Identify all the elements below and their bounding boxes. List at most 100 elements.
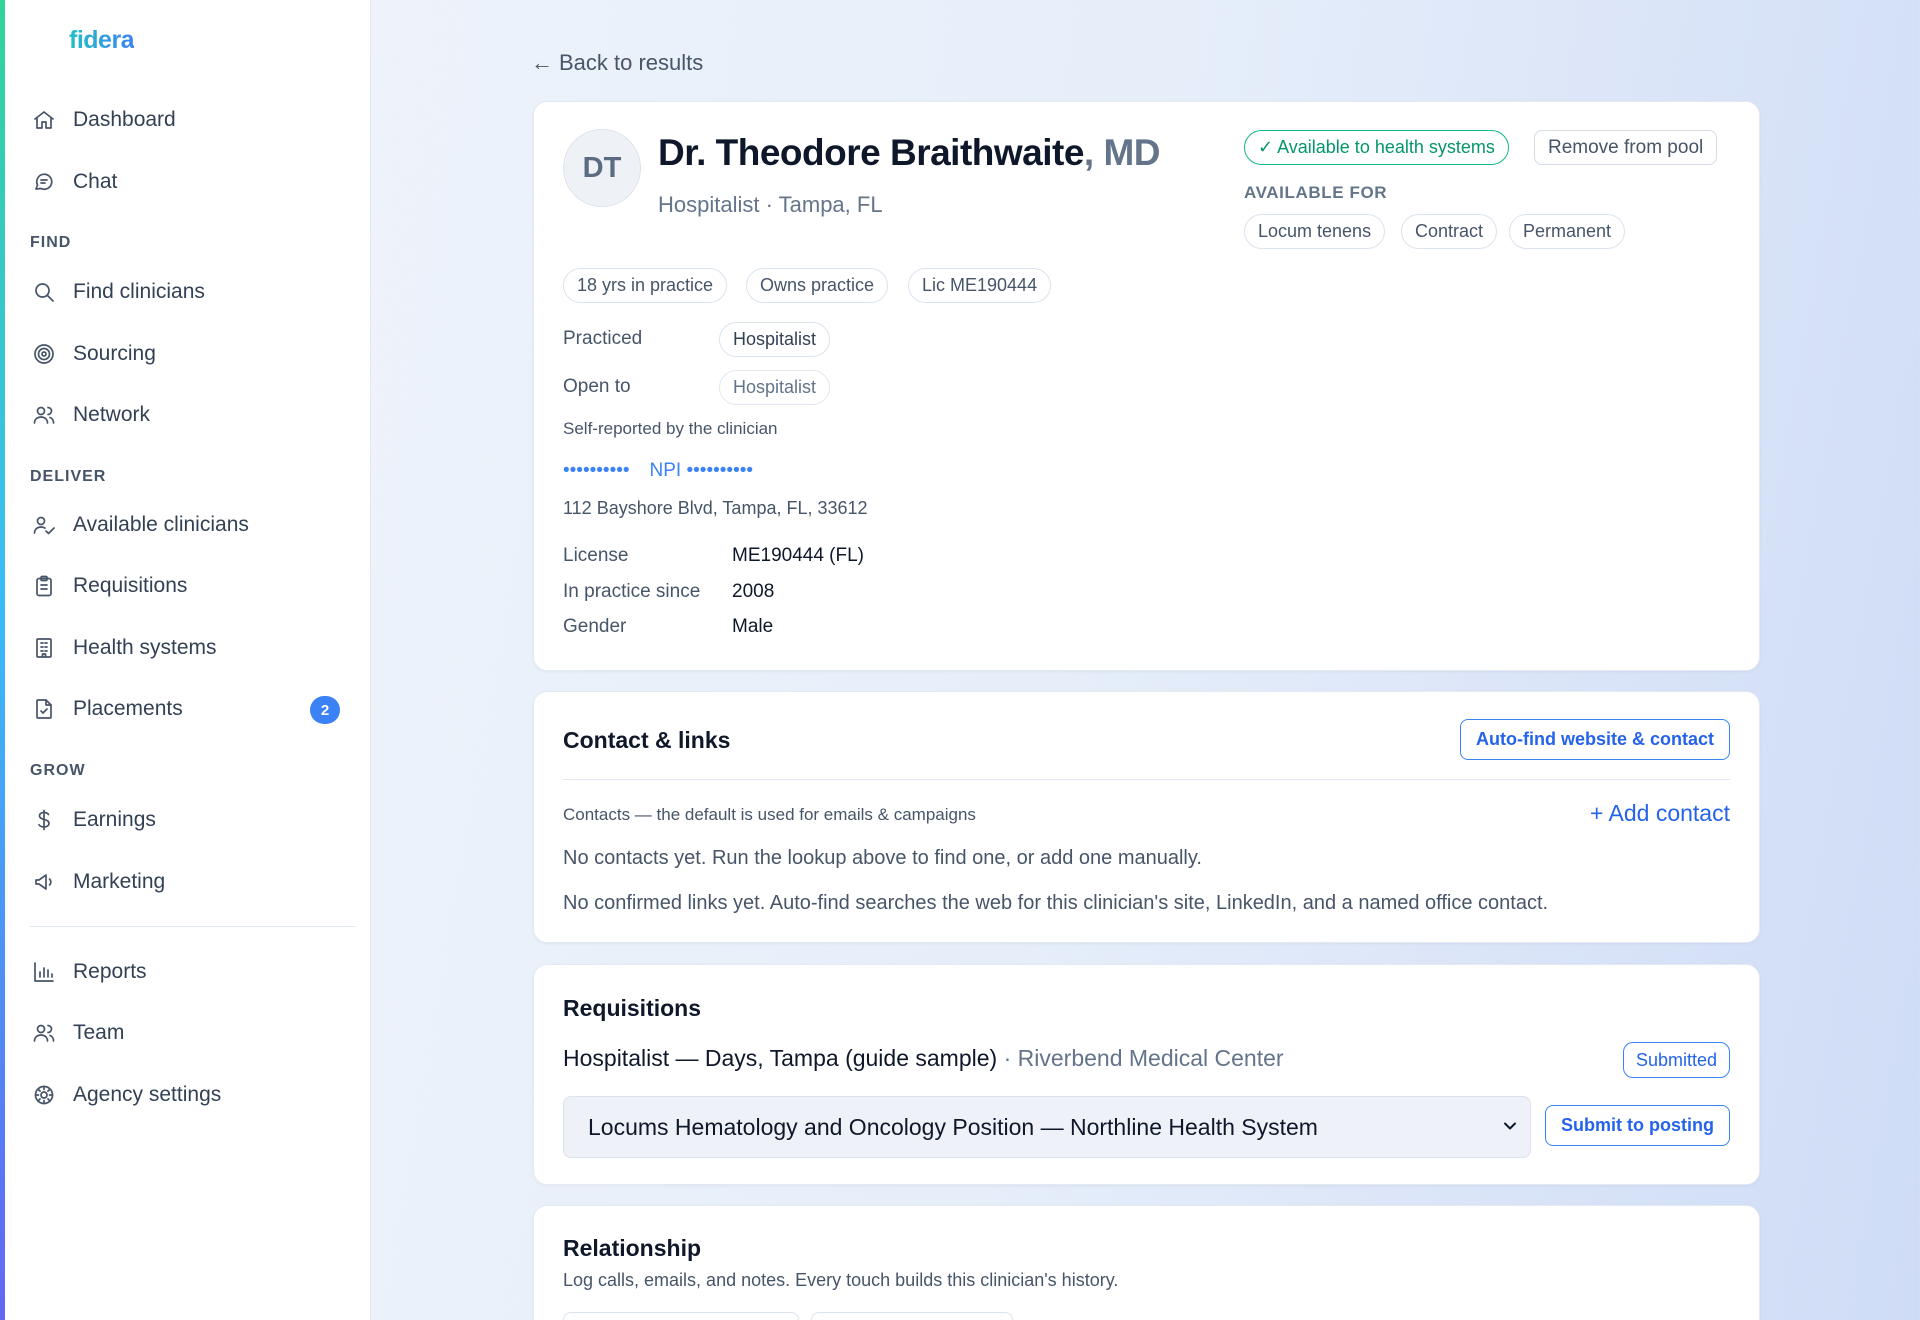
file-check-icon	[30, 695, 58, 723]
sidebar: fidera Dashboard Chat FIND Find clinicia…	[0, 0, 371, 1320]
arrow-left-icon: ←	[531, 50, 553, 75]
sidebar-item-placements[interactable]: Placements 2	[30, 685, 350, 733]
sidebar-item-label: Network	[73, 403, 151, 426]
sidebar-item-chat[interactable]: Chat	[30, 158, 350, 206]
sidebar-item-label: Sourcing	[73, 342, 156, 365]
sidebar-divider	[30, 926, 356, 927]
sidebar-item-label: Team	[73, 1021, 125, 1044]
sidebar-item-team[interactable]: Team	[30, 1009, 350, 1057]
submit-to-posting-button[interactable]: Submit to posting	[1545, 1105, 1730, 1146]
relationship-action-button[interactable]	[811, 1312, 1013, 1320]
sidebar-section-deliver: DELIVER	[30, 468, 107, 485]
no-contacts-message: No contacts yet. Run the lookup above to…	[563, 847, 1202, 869]
target-icon	[30, 340, 58, 368]
users-icon	[30, 1019, 58, 1047]
npi-value[interactable]: NPI ••••••••••	[650, 460, 754, 482]
bar-chart-icon	[30, 958, 58, 986]
tag-owns-practice: Owns practice	[746, 268, 889, 303]
sidebar-item-label: Available clinicians	[73, 513, 249, 536]
sidebar-item-label: Find clinicians	[73, 280, 205, 303]
sidebar-item-label: Marketing	[73, 870, 166, 893]
sidebar-item-network[interactable]: Network	[30, 391, 350, 439]
sidebar-item-reports[interactable]: Reports	[30, 948, 350, 996]
contact-links-card: Contact & links Auto-find website & cont…	[533, 691, 1760, 943]
license-value: ME190444 (FL)	[732, 545, 865, 566]
sidebar-item-earnings[interactable]: Earnings	[30, 796, 350, 844]
requisition-select-value: Locums Hematology and Oncology Position …	[588, 1113, 1318, 1140]
sidebar-item-label: Health systems	[73, 636, 217, 659]
sidebar-accent-bar	[0, 0, 5, 1320]
home-icon	[30, 106, 58, 134]
sidebar-item-marketing[interactable]: Marketing	[30, 858, 350, 906]
sidebar-item-label: Requisitions	[73, 574, 188, 597]
megaphone-icon	[30, 868, 58, 896]
available-for-locum-tenens: Locum tenens	[1244, 214, 1386, 249]
dollar-icon	[30, 806, 58, 834]
back-link-label: Back to results	[559, 50, 704, 75]
tag-license: Lic ME190444	[908, 268, 1052, 303]
users-icon	[30, 401, 58, 429]
sidebar-item-health-systems[interactable]: Health systems	[30, 624, 350, 672]
relationship-card: Relationship Log calls, emails, and note…	[533, 1205, 1760, 1320]
sidebar-item-label: Placements	[73, 697, 183, 720]
sidebar-section-find: FIND	[30, 234, 72, 251]
add-contact-link[interactable]: + Add contact	[1590, 800, 1730, 827]
gender-label: Gender	[563, 616, 627, 637]
building-icon	[30, 634, 58, 662]
available-for-permanent: Permanent	[1509, 214, 1626, 249]
contacts-note: Contacts — the default is used for email…	[563, 805, 976, 824]
npi-label: NPI	[649, 460, 682, 481]
sidebar-item-agency-settings[interactable]: Agency settings	[30, 1071, 350, 1119]
address: 112 Bayshore Blvd, Tampa, FL, 33612	[563, 498, 868, 518]
auto-find-contact-button[interactable]: Auto-find website & contact	[1460, 719, 1730, 760]
back-to-results-link[interactable]: ← Back to results	[531, 50, 703, 76]
contact-links-title: Contact & links	[563, 727, 731, 753]
clipboard-icon	[30, 572, 58, 600]
remove-from-pool-button[interactable]: Remove from pool	[1534, 130, 1718, 165]
clinician-name-text: Dr. Theodore Braithwaite	[658, 132, 1084, 173]
available-for-label: AVAILABLE FOR	[1244, 183, 1388, 202]
sidebar-item-available-clinicians[interactable]: Available clinicians	[30, 501, 350, 549]
chat-icon	[30, 168, 58, 196]
sidebar-item-sourcing[interactable]: Sourcing	[30, 330, 350, 378]
sidebar-item-find-clinicians[interactable]: Find clinicians	[30, 268, 350, 316]
practiced-label: Practiced	[563, 328, 643, 349]
sidebar-section-grow: GROW	[30, 762, 86, 779]
requisitions-card: Requisitions Hospitalist — Days, Tampa (…	[533, 964, 1760, 1185]
in-practice-since-value: 2008	[732, 581, 775, 602]
section-divider	[563, 779, 1730, 780]
relationship-action-button[interactable]	[563, 1312, 799, 1320]
requisition-title: Hospitalist — Days, Tampa (guide sample)	[563, 1045, 998, 1071]
placements-count-badge: 2	[310, 696, 340, 724]
sidebar-item-label: Reports	[73, 960, 147, 983]
sidebar-item-dashboard[interactable]: Dashboard	[30, 96, 350, 144]
in-practice-since-label: In practice since	[563, 581, 701, 602]
brand-logo[interactable]: fidera	[69, 26, 135, 55]
open-to-label: Open to	[563, 376, 631, 397]
relationship-title: Relationship	[563, 1235, 702, 1261]
clinician-credential: , MD	[1083, 132, 1161, 173]
avatar: DT	[563, 129, 641, 207]
clinician-subtitle: Hospitalist · Tampa, FL	[658, 192, 883, 217]
requisitions-title: Requisitions	[563, 995, 702, 1021]
requisition-select[interactable]: Locums Hematology and Oncology Position …	[563, 1096, 1531, 1158]
sidebar-item-label: Chat	[73, 170, 118, 193]
license-label: License	[563, 545, 629, 566]
masked-identifiers: •••••••••• NPI ••••••••••	[563, 460, 753, 482]
masked-phone[interactable]: ••••••••••	[563, 460, 630, 482]
requisition-item[interactable]: Hospitalist — Days, Tampa (guide sample)…	[563, 1045, 1284, 1072]
status-badge: Submitted	[1622, 1042, 1730, 1078]
chevron-down-icon	[1504, 1122, 1516, 1130]
search-icon	[30, 278, 58, 306]
sidebar-item-label: Earnings	[73, 808, 156, 831]
sidebar-item-label: Agency settings	[73, 1083, 222, 1106]
available-for-contract: Contract	[1401, 214, 1498, 249]
masked-npi: ••••••••••	[686, 460, 754, 481]
sidebar-item-label: Dashboard	[73, 108, 176, 131]
practiced-specialty-chip: Hospitalist	[719, 322, 831, 357]
gear-icon	[30, 1081, 58, 1109]
open-to-specialty-chip: Hospitalist	[719, 370, 831, 405]
sidebar-item-requisitions[interactable]: Requisitions	[30, 562, 350, 610]
gender-value: Male	[732, 616, 774, 637]
tag-years-in-practice: 18 yrs in practice	[563, 268, 728, 303]
